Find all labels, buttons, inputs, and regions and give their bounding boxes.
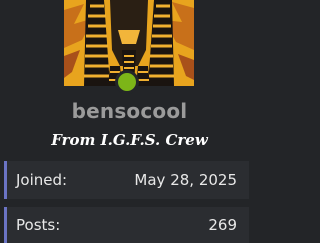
- user-title: From I.G.F.S. Crew: [51, 131, 208, 149]
- posts-label: Posts:: [16, 216, 61, 234]
- stat-row-joined: Joined: May 28, 2025: [4, 161, 249, 199]
- username[interactable]: bensocool: [0, 99, 259, 123]
- joined-label: Joined:: [16, 171, 68, 189]
- stat-row-posts: Posts: 269: [4, 207, 249, 243]
- posts-value[interactable]: 269: [208, 216, 237, 234]
- online-status-icon: [115, 70, 139, 94]
- joined-value: May 28, 2025: [134, 171, 237, 189]
- profile-card: bensocool From I.G.F.S. Crew Joined: May…: [0, 0, 259, 243]
